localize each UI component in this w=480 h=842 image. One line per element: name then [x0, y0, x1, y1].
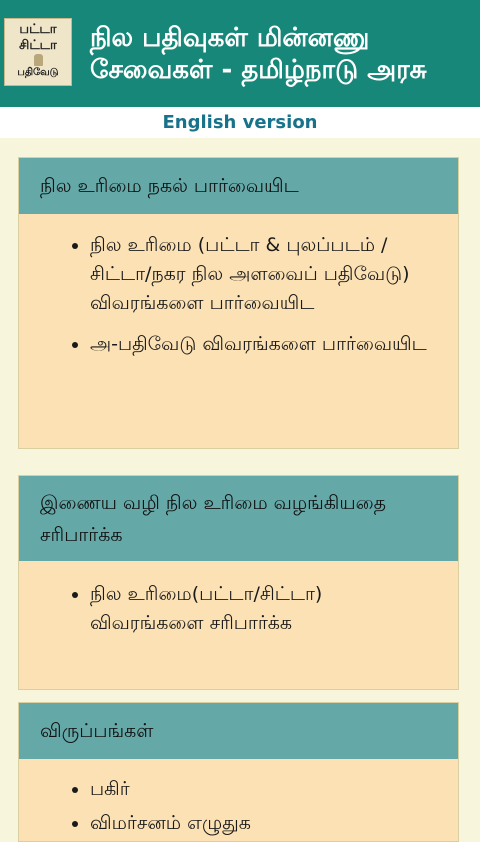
card-options: விருப்பங்கள் பகிர் விமர்சனம் எழுதுக: [18, 702, 459, 842]
card-view-land-records: நில உரிமை நகல் பார்வையிட நில உரிமை (பட்ட…: [18, 157, 459, 449]
card-title: நில உரிமை நகல் பார்வையிட: [19, 158, 458, 214]
card-body: நில உரிமை(பட்டா/சிட்டா) விவரங்களை சரிபார…: [19, 561, 458, 689]
list-item: பகிர்: [90, 775, 458, 804]
list-item: விமர்சனம் எழுதுக: [90, 809, 458, 838]
view-a-register-link[interactable]: அ-பதிவேடு விவரங்களை பார்வையிட: [90, 333, 427, 355]
write-review-link[interactable]: விமர்சனம் எழுதுக: [90, 812, 251, 834]
title-line-1: நில பதிவுகள் மின்னணு: [90, 23, 370, 53]
list-item: நில உரிமை (பட்டா & புலப்படம் / சிட்டா/நக…: [90, 231, 458, 318]
app-header: பட்டா சிட்டா பதிவேடு நில பதிவுகள் மின்னண…: [0, 0, 480, 107]
link-list: நில உரிமை(பட்டா/சிட்டா) விவரங்களை சரிபார…: [19, 580, 458, 638]
list-item: நில உரிமை(பட்டா/சிட்டா) விவரங்களை சரிபார…: [90, 580, 458, 638]
page-title: நில பதிவுகள் மின்னணு சேவைகள் - தமிழ்நாடு…: [90, 22, 475, 86]
list-item: அ-பதிவேடு விவரங்களை பார்வையிட: [90, 330, 458, 359]
verify-patta-link[interactable]: நில உரிமை(பட்டா/சிட்டா) விவரங்களை சரிபார…: [90, 583, 322, 634]
title-line-2: சேவைகள் - தமிழ்நாடு அரசு: [90, 55, 427, 85]
link-list: நில உரிமை (பட்டா & புலப்படம் / சிட்டா/நக…: [19, 231, 458, 359]
card-verify-online-patta: இணைய வழி நில உரிமை வழங்கியதை சரிபார்க்க …: [18, 475, 459, 690]
link-list: பகிர் விமர்சனம் எழுதுக: [19, 775, 458, 838]
logo-line-2: சிட்டா: [19, 38, 57, 53]
logo-line-1: பட்டா: [19, 22, 57, 37]
english-version-link[interactable]: English version: [0, 107, 480, 138]
share-link[interactable]: பகிர்: [90, 778, 130, 800]
logo-line-3: பதிவேடு: [17, 67, 59, 78]
patta-chitta-logo: பட்டா சிட்டா பதிவேடு: [4, 18, 72, 86]
card-title: இணைய வழி நில உரிமை வழங்கியதை சரிபார்க்க: [19, 476, 458, 561]
emblem-icon: [34, 54, 43, 66]
card-title: விருப்பங்கள்: [19, 703, 458, 759]
card-body: நில உரிமை (பட்டா & புலப்படம் / சிட்டா/நக…: [19, 214, 458, 448]
view-patta-chitta-link[interactable]: நில உரிமை (பட்டா & புலப்படம் / சிட்டா/நக…: [90, 234, 410, 314]
